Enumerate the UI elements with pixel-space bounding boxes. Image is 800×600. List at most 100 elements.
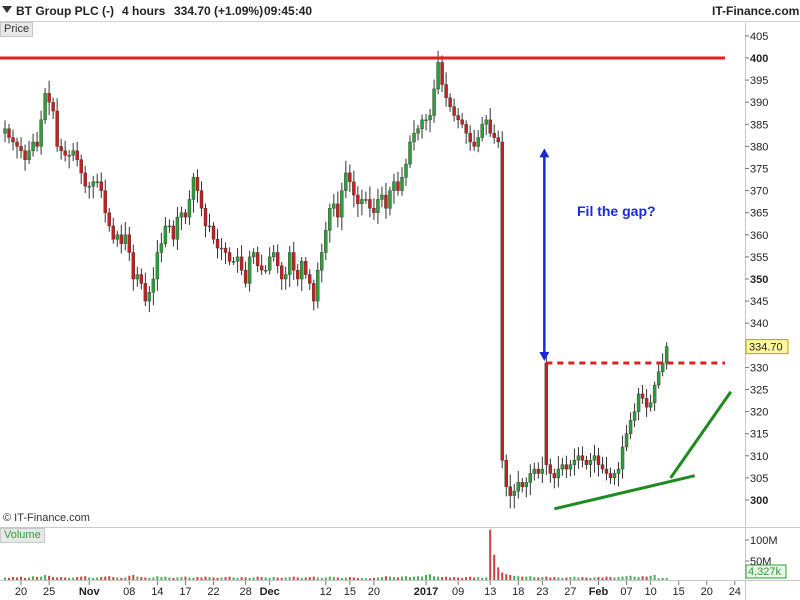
candle-body	[512, 490, 516, 496]
candle-body	[284, 274, 288, 280]
candle-body	[420, 119, 424, 129]
volume-bar	[637, 577, 640, 580]
quote: 334.70 (+1.09%)	[174, 4, 264, 18]
candle-body	[388, 190, 392, 209]
volume-bar	[549, 577, 552, 580]
candle-body	[15, 141, 19, 147]
volume-bar	[136, 576, 139, 580]
volume-bar	[561, 577, 564, 580]
volume-bar	[212, 577, 215, 580]
candle-body	[448, 97, 452, 107]
candle-body	[211, 225, 216, 240]
volume-bar	[525, 576, 528, 580]
x-tick-label: 12	[320, 586, 332, 598]
candle-body	[528, 473, 533, 483]
candle-body	[536, 468, 541, 474]
candle-body	[227, 252, 232, 262]
instrument-name: BT Group PLC (-)	[16, 4, 114, 18]
candle-body	[55, 110, 59, 147]
volume-bar	[505, 574, 508, 580]
volume-bar	[545, 576, 548, 580]
candle-body	[159, 243, 164, 253]
candle-body	[616, 468, 621, 474]
candle-body	[107, 212, 111, 227]
volume-bar	[156, 576, 159, 580]
volume-bar	[52, 577, 55, 580]
volume-bar	[220, 577, 223, 580]
price-chart[interactable]: 3003053103153203253303353403453503553603…	[0, 0, 800, 600]
candle-body	[664, 346, 669, 364]
candle-body	[3, 128, 7, 134]
candle-body	[524, 482, 528, 487]
volume-bar	[513, 575, 516, 580]
volume-bar	[4, 577, 6, 580]
volume-bar	[236, 577, 239, 580]
y-tick-label: 390	[750, 97, 768, 109]
candle-body	[279, 265, 284, 280]
volume-bar	[629, 575, 632, 580]
volume-bar	[180, 577, 183, 580]
x-tick-label: 22	[207, 586, 219, 598]
volume-bar	[152, 577, 155, 580]
volume-bar	[184, 576, 187, 580]
candle-body	[600, 464, 605, 470]
candle-body	[376, 199, 380, 213]
candle-body	[191, 177, 196, 200]
volume-bar	[252, 577, 255, 580]
volume-bar	[272, 577, 275, 580]
candle-body	[612, 473, 617, 479]
volume-bar	[396, 577, 399, 580]
candle-body	[644, 398, 649, 408]
volume-bar	[469, 576, 472, 580]
volume-bar	[541, 577, 544, 580]
volume-bar	[473, 577, 476, 580]
volume-bar	[665, 577, 668, 580]
candle-body	[416, 128, 420, 134]
candle-body	[11, 137, 15, 143]
volume-bar	[276, 577, 279, 580]
x-tick-label: 09	[452, 586, 464, 598]
watermark: © IT-Finance.com	[3, 512, 90, 524]
volume-bar	[477, 577, 480, 580]
dropdown-arrow-icon[interactable]	[2, 6, 12, 13]
y-tick-label: 310	[750, 451, 768, 463]
interval[interactable]: 4 hours	[122, 4, 165, 18]
volume-bar	[445, 576, 448, 580]
candle-body	[400, 177, 404, 191]
candle-body	[384, 194, 388, 209]
volume-bar	[316, 577, 319, 580]
candle-body	[620, 446, 625, 470]
candle-body	[271, 252, 276, 258]
price-y-axis: 3003053103153203253303353403453503553603…	[745, 31, 789, 507]
candle-body	[308, 274, 312, 284]
volume-bar	[449, 577, 452, 580]
volume-bar	[224, 577, 227, 580]
volume-bar	[240, 577, 243, 580]
volume-bar	[176, 577, 179, 580]
volume-bar	[76, 577, 79, 580]
volume-bar	[296, 577, 299, 580]
candle-body	[67, 155, 71, 157]
candle-body	[504, 460, 508, 487]
candle-body	[288, 252, 292, 275]
volume-bar	[392, 577, 395, 580]
candle-body	[27, 150, 31, 160]
volume-bar	[268, 577, 271, 580]
candle-body	[75, 150, 79, 160]
volume-bar	[553, 577, 556, 580]
candle-body	[568, 464, 573, 470]
candle-body	[584, 460, 589, 465]
candle-body	[296, 269, 300, 280]
candle-body	[432, 88, 436, 116]
candle-body	[263, 269, 268, 272]
volume-bar	[144, 577, 147, 580]
candle-body	[275, 252, 280, 266]
x-tick-label: 14	[151, 586, 163, 598]
candle-body	[340, 190, 344, 218]
volume-bar	[168, 577, 171, 580]
candle-body	[59, 146, 63, 152]
volume-bar	[20, 576, 23, 580]
candle-body	[127, 234, 132, 253]
y-tick-label: 350	[750, 274, 768, 286]
volume-bar	[204, 576, 207, 580]
